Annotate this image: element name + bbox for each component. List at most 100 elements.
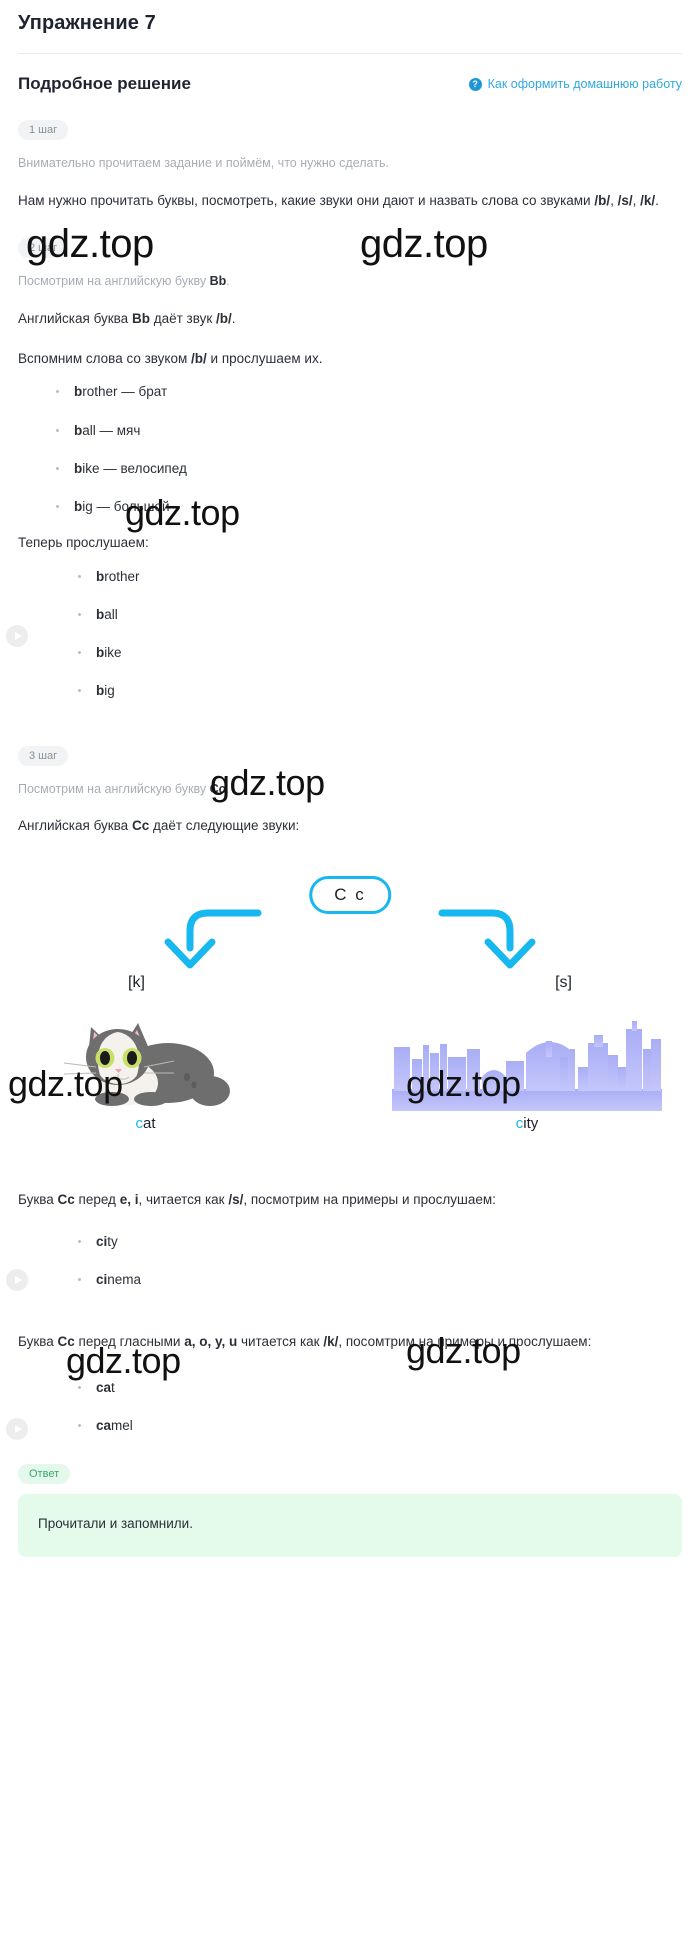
step-2-hint-suffix: . xyxy=(226,274,230,289)
hard-letter-cc: Cc xyxy=(57,1333,75,1349)
s2l1-a: Английская буква xyxy=(18,311,132,327)
letter-bb: Bb xyxy=(131,311,150,327)
word-rest: all xyxy=(82,422,96,438)
step-1-paragraph: Нам нужно прочитать буквы, посмотреть, к… xyxy=(18,189,682,213)
step-1-text-prefix: Нам нужно прочитать буквы, посмотреть, к… xyxy=(18,192,595,208)
cat-caption: cat xyxy=(58,1115,233,1132)
cat-example: cat xyxy=(58,999,233,1132)
city-skyline-illustration xyxy=(392,1020,662,1111)
city-example: city xyxy=(392,1019,662,1132)
s2l2-a: Вспомним слова со звуком xyxy=(18,350,192,366)
list-item: bike xyxy=(78,645,682,661)
word-rest: nema xyxy=(107,1271,142,1287)
s2l1-b: даёт звук xyxy=(149,311,217,327)
play-icon[interactable] xyxy=(6,624,28,647)
list-item: ball xyxy=(78,607,682,623)
step-3-line-1: Английская буква Cc даёт следующие звуки… xyxy=(18,814,682,838)
soft-sound: /s/ xyxy=(228,1191,244,1207)
cc-letter-pill: C c xyxy=(309,875,391,914)
step-2-hint: Посмотрим на английскую букву Bb. xyxy=(18,272,682,291)
word-rest: ig xyxy=(104,683,115,699)
solution-header: Подробное решение ? Как оформить домашню… xyxy=(18,74,682,94)
word-bold: ca xyxy=(96,1417,112,1433)
answer-text: Прочитали и запомнили. xyxy=(38,1515,193,1531)
list-item: big xyxy=(78,683,682,699)
list-item: cat xyxy=(78,1380,682,1396)
step-3-hint: Посмотрим на английскую букву Cc. xyxy=(18,780,682,799)
play-icon[interactable] xyxy=(6,1268,28,1291)
b-words-list: brother — брат ball — мяч bike — велосип… xyxy=(18,384,682,515)
sound-k: /k/ xyxy=(640,192,656,208)
step-3-hint-prefix: Посмотрим на английскую букву xyxy=(18,781,210,796)
soft-letter-cc: Cc xyxy=(57,1191,75,1207)
sound-sep-1: , xyxy=(610,192,618,208)
word-rest: ike xyxy=(104,645,122,661)
sound-b-inline-2: /b/ xyxy=(191,350,207,366)
word-bold: b xyxy=(96,645,105,661)
b-audio-words-list: brother ball bike big xyxy=(18,569,682,700)
question-mark-icon: ? xyxy=(468,77,482,91)
hard-vowels: a, o, y, u xyxy=(184,1333,238,1349)
sound-b-inline: /b/ xyxy=(216,311,232,327)
word-bold: b xyxy=(96,606,105,622)
soft-d: , посмотрим на примеры и прослушаем: xyxy=(243,1191,496,1207)
word-bold: b xyxy=(74,498,83,514)
soft-a: Буква xyxy=(18,1191,58,1207)
list-item: big — большой xyxy=(56,499,682,515)
list-item: camel xyxy=(78,1418,682,1434)
step-1-text-suffix: . xyxy=(655,192,659,208)
word-rest: ig xyxy=(82,498,93,514)
list-item: cinema xyxy=(78,1272,682,1288)
audio-block-soft-c: city cinema xyxy=(6,1234,682,1291)
list-item: brother — брат xyxy=(56,384,682,400)
city-caption: city xyxy=(392,1115,662,1132)
s3l1-b: даёт следующие звуки: xyxy=(149,818,300,834)
soft-c: , читается как xyxy=(138,1191,229,1207)
word-rest: rother xyxy=(82,384,118,400)
step-2-line-2: Вспомним слова со звуком /b/ и прослушае… xyxy=(18,347,682,371)
step-2-hint-prefix: Посмотрим на английскую букву xyxy=(18,274,210,289)
hard-c-words-list: cat camel xyxy=(18,1380,682,1434)
header-divider xyxy=(18,53,682,54)
play-triangle-icon xyxy=(14,631,22,640)
step-chip-1: 1 шаг xyxy=(18,120,69,140)
step-chip-3: 3 шаг xyxy=(18,745,69,766)
city-caption-rest: ity xyxy=(523,1114,539,1132)
word-bold: b xyxy=(74,422,83,438)
answer-box: Прочитали и запомнили. xyxy=(18,1493,682,1557)
play-triangle-icon xyxy=(14,1424,22,1433)
play-icon[interactable] xyxy=(6,1417,28,1440)
soft-vowels: e, i xyxy=(119,1191,139,1207)
listen-now-label: Теперь прослушаем: xyxy=(18,535,149,551)
cat-caption-rest: at xyxy=(142,1114,156,1132)
cc-examples-row: cat city xyxy=(18,992,682,1132)
cat-illustration xyxy=(63,1022,230,1106)
word-rest: rother xyxy=(104,568,140,584)
soft-c-words-list: city cinema xyxy=(18,1234,682,1288)
cc-sound-diagram: C c xyxy=(18,868,682,978)
step-3-hint-suffix: . xyxy=(225,781,230,796)
word-bold: ca xyxy=(96,1379,112,1395)
hard-a: Буква xyxy=(18,1333,58,1349)
word-translation: — брат xyxy=(117,384,168,400)
step-chip-2: 2 шаг xyxy=(18,238,69,259)
word-bold: b xyxy=(74,384,83,400)
soft-b: перед xyxy=(74,1191,120,1207)
how-to-link-label: Как оформить домашнюю работу xyxy=(487,77,682,91)
list-item: brother xyxy=(78,569,682,585)
word-translation: — велосипед xyxy=(99,460,187,476)
solution-title: Подробное решение xyxy=(18,74,191,93)
word-bold: ci xyxy=(96,1233,108,1249)
rule-soft-c-text: Буква Cc перед e, i, читается как /s/, п… xyxy=(18,1188,682,1212)
list-item: ball — мяч xyxy=(56,423,682,439)
how-to-format-homework-link[interactable]: ? Как оформить домашнюю работу xyxy=(468,77,682,91)
word-translation: — мяч xyxy=(95,422,141,438)
s3l1-a: Английская буква xyxy=(18,818,132,834)
letter-cc: Cc xyxy=(131,818,150,834)
sound-s: /s/ xyxy=(617,192,633,208)
step-2-line-1: Английская буква Bb даёт звук /b/. xyxy=(18,307,682,331)
hard-d: , посомтрим на примеры и прослушаем: xyxy=(338,1333,592,1349)
rule-hard-c-text: Буква Cc перед гласными a, o, y, u читае… xyxy=(18,1330,682,1354)
word-translation: — большой xyxy=(92,498,170,514)
word-bold: ci xyxy=(96,1271,108,1287)
